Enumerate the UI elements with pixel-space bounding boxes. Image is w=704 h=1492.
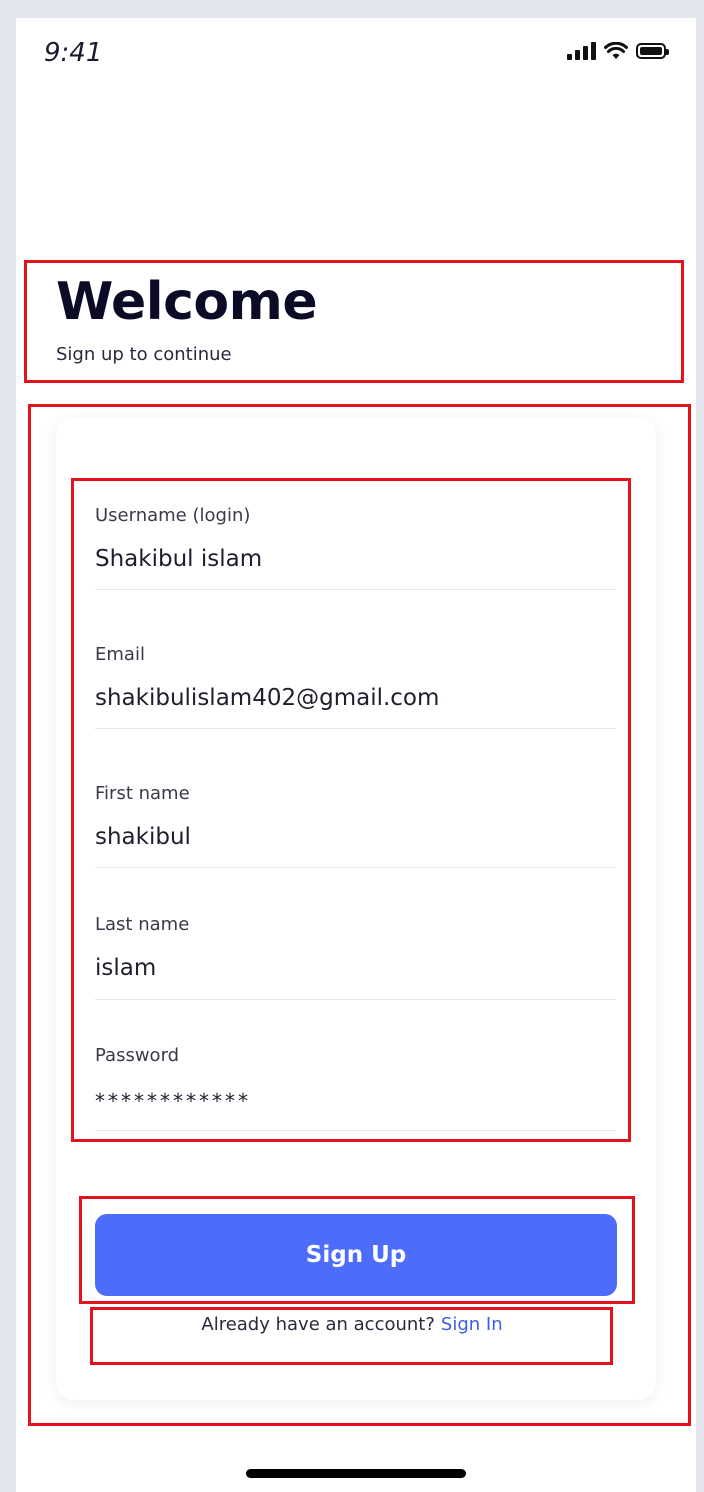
status-time: 9:41 <box>44 38 103 68</box>
wifi-icon <box>604 42 628 59</box>
status-icons <box>567 42 669 60</box>
battery-icon <box>636 43 669 59</box>
home-indicator[interactable] <box>246 1469 466 1478</box>
highlight-card <box>28 404 691 1426</box>
highlight-header <box>24 260 684 383</box>
signal-icon <box>567 42 596 60</box>
